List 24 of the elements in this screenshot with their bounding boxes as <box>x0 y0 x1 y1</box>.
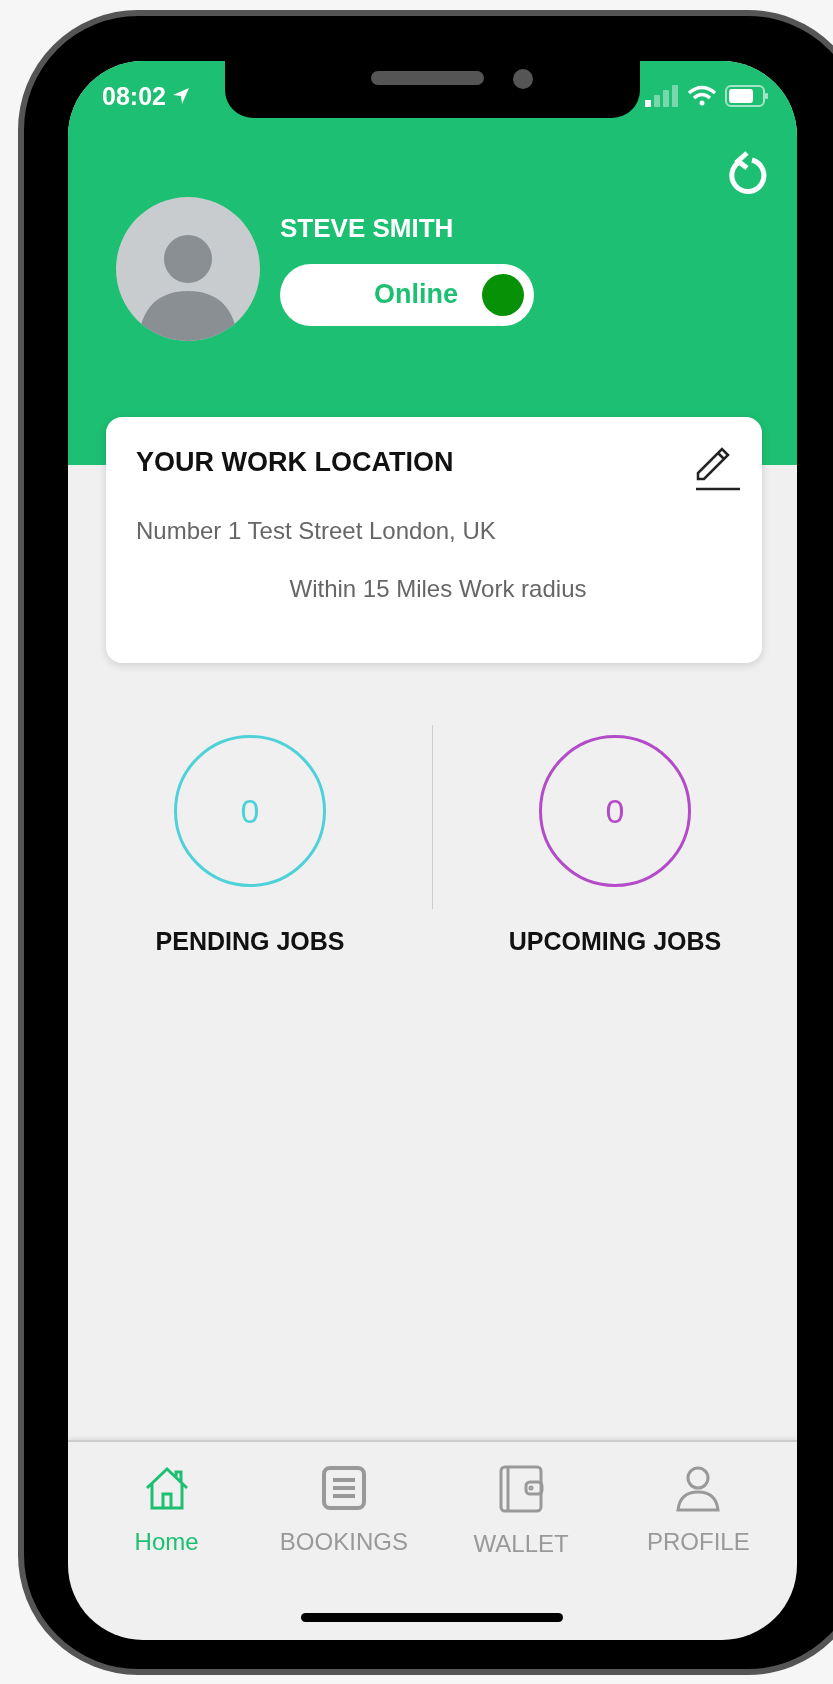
signal-icon <box>645 85 679 107</box>
work-radius: Within 15 Miles Work radius <box>289 575 587 603</box>
wallet-icon <box>498 1464 545 1514</box>
job-count: 0 <box>174 735 326 887</box>
edit-pencil-icon[interactable] <box>694 447 740 491</box>
nav-tab[interactable]: Home <box>81 1464 252 1640</box>
wifi-icon <box>687 85 717 107</box>
job-count: 0 <box>539 735 691 887</box>
camera-dot <box>513 69 533 89</box>
work-address: Number 1 Test Street London, UK <box>136 517 497 545</box>
card-title: YOUR WORK LOCATION <box>136 447 454 478</box>
battery-icon <box>725 85 769 107</box>
user-name: STEVE SMITH <box>280 212 455 244</box>
nav-tab[interactable]: WALLET <box>436 1464 607 1640</box>
job-label: PENDING JOBS <box>155 927 345 956</box>
nav-tab[interactable]: PROFILE <box>613 1464 784 1640</box>
nav-tab[interactable]: BOOKINGS <box>258 1464 429 1640</box>
online-toggle[interactable]: Online <box>280 263 534 326</box>
person-icon <box>674 1464 723 1512</box>
location-arrow-icon <box>171 87 190 105</box>
toggle-knob <box>482 273 524 316</box>
list-icon <box>320 1464 367 1512</box>
job-label: UPCOMING JOBS <box>508 927 722 956</box>
status-time: 08:02 <box>102 81 190 111</box>
